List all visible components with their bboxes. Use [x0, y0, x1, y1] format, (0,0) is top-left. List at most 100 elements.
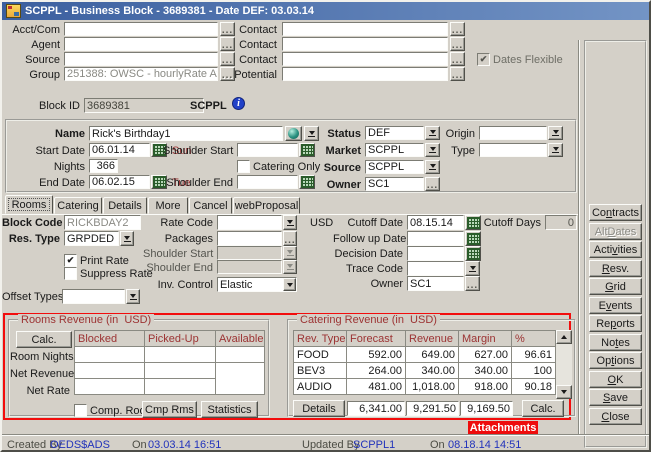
contact2-field[interactable] [282, 37, 448, 51]
net-rate-blocked-cell[interactable] [75, 379, 145, 395]
grid-button[interactable]: Grid [589, 278, 642, 295]
offset-types-lov-button[interactable] [126, 289, 140, 304]
rt-owner-label: Owner [333, 278, 403, 291]
cutoff-date-field[interactable]: 08.15.14 [407, 215, 464, 230]
rt-owner-lookup-button[interactable]: ... [465, 276, 480, 291]
type-field[interactable] [479, 143, 547, 157]
decision-date-field[interactable] [407, 246, 464, 261]
origin-lov-button[interactable] [548, 126, 563, 140]
contact3-lookup-button[interactable]: ... [450, 52, 465, 66]
shoulder-start-calendar-button[interactable] [299, 143, 315, 157]
group-field[interactable]: 251388: OWSC - hourlyRate Attribute [64, 67, 218, 81]
rate-code-lov-button[interactable] [283, 215, 297, 230]
shoulder-start-field[interactable] [237, 143, 298, 157]
resv-button[interactable]: Resv. [589, 260, 642, 277]
events-button[interactable]: Events [589, 297, 642, 314]
source-field[interactable] [64, 52, 218, 66]
cmp-rms-button[interactable]: Cmp Rms [142, 401, 197, 418]
contact1-label: Contact [224, 24, 277, 37]
tab-catering[interactable]: Catering [54, 197, 102, 214]
print-rate-checkbox[interactable]: ✔ [64, 254, 77, 267]
rev-type-cell[interactable]: AUDIO [294, 379, 347, 395]
contact1-field[interactable] [282, 22, 448, 36]
room-nights-available-cell[interactable] [216, 347, 265, 363]
end-date-field[interactable]: 06.02.15 [89, 175, 150, 189]
inv-control-dropdown-button[interactable] [283, 278, 296, 291]
nights-field[interactable]: 366 [89, 159, 118, 173]
scroll-up-button[interactable] [556, 330, 572, 344]
type-lov-button[interactable] [548, 143, 563, 157]
source2-lov-button[interactable] [425, 160, 440, 174]
notes-button[interactable]: Notes [589, 334, 642, 351]
titlebar[interactable]: SCPPL - Business Block - 3689381 - Date … [2, 2, 649, 20]
market-field[interactable]: SCPPL [365, 143, 424, 157]
follow-up-label: Follow up Date [333, 233, 403, 246]
tab-details[interactable]: Details [103, 197, 147, 214]
res-type-lov-button[interactable] [120, 231, 134, 246]
lov-arrow-icon [287, 250, 294, 256]
rt-shoulder-end-lov-button [283, 260, 297, 274]
trace-code-lov-button[interactable] [465, 261, 480, 276]
suppress-rate-checkbox[interactable] [64, 267, 77, 280]
packages-field[interactable] [217, 231, 282, 246]
status-field[interactable]: DEF [365, 126, 424, 140]
statistics-button[interactable]: Statistics [201, 401, 258, 418]
source2-field[interactable]: SCPPL [365, 160, 424, 174]
trace-code-field[interactable] [407, 261, 464, 276]
activities-button[interactable]: Activities [589, 241, 642, 258]
source2-label: Source [321, 162, 361, 175]
agent-field[interactable] [64, 37, 218, 51]
options-button[interactable]: Options [589, 352, 642, 369]
comp-rooms-checkbox[interactable] [74, 404, 87, 417]
rt-owner-field[interactable]: SC1 [407, 276, 464, 291]
origin-field[interactable] [479, 126, 547, 140]
room-nights-pickedup-cell[interactable] [145, 347, 216, 363]
tab-more[interactable]: More [148, 197, 188, 214]
acct-com-field[interactable] [64, 22, 218, 36]
follow-up-field[interactable] [407, 231, 464, 246]
tab-rooms[interactable]: Rooms [5, 195, 53, 214]
net-revenue-pickedup-cell[interactable] [145, 363, 216, 379]
rooms-revenue-calc-button[interactable]: Calc. [16, 331, 72, 348]
translate-button[interactable] [285, 126, 302, 141]
decision-date-calendar-button[interactable] [465, 246, 481, 261]
scroll-down-button[interactable] [556, 385, 572, 399]
block-code-field[interactable]: RICKBDAY2 [64, 215, 141, 230]
save-button[interactable]: Save [589, 389, 642, 406]
owner-lookup-button[interactable]: ... [425, 177, 440, 191]
res-type-field[interactable]: GRPDED [64, 231, 119, 246]
contact1-lookup-button[interactable]: ... [450, 22, 465, 36]
catering-details-button[interactable]: Details [293, 400, 345, 417]
net-rate-pickedup-cell[interactable] [145, 379, 216, 395]
dates-flexible-checkbox[interactable]: ✔ [477, 53, 490, 66]
offset-types-field[interactable] [62, 289, 125, 304]
shoulder-end-calendar-button[interactable] [299, 175, 315, 189]
ok-button[interactable]: OK [589, 371, 642, 388]
contracts-button[interactable]: Contracts [589, 204, 642, 221]
info-icon[interactable]: i [232, 97, 245, 110]
potential-field[interactable] [282, 67, 448, 81]
tab-webproposal[interactable]: webProposal [233, 197, 300, 214]
owner-field[interactable]: SC1 [365, 177, 424, 191]
shoulder-end-field[interactable] [237, 175, 298, 189]
reports-button[interactable]: Reports [589, 315, 642, 332]
catering-only-checkbox[interactable] [237, 160, 250, 173]
name-field[interactable]: Rick's Birthday1 [89, 126, 283, 141]
contact2-lookup-button[interactable]: ... [450, 37, 465, 51]
rev-type-cell[interactable]: FOOD [294, 347, 347, 363]
tab-cancel[interactable]: Cancel [189, 197, 232, 214]
net-revenue-blocked-cell[interactable] [75, 363, 145, 379]
name-lov-button[interactable] [304, 126, 319, 141]
rate-code-field[interactable] [217, 215, 282, 230]
start-date-field[interactable]: 06.01.14 [89, 143, 150, 157]
cutoff-date-calendar-button[interactable] [465, 215, 481, 230]
rev-type-cell[interactable]: BEV3 [294, 363, 347, 379]
attachments-badge[interactable]: Attachments [468, 421, 538, 434]
catering-calc-button[interactable]: Calc. [522, 400, 564, 417]
close-button[interactable]: Close [589, 408, 642, 425]
packages-lookup-button[interactable]: ... [283, 231, 297, 246]
potential-lookup-button[interactable]: ... [450, 67, 465, 81]
room-nights-blocked-cell[interactable] [75, 347, 145, 363]
contact3-field[interactable] [282, 52, 448, 66]
follow-up-calendar-button[interactable] [465, 231, 481, 246]
